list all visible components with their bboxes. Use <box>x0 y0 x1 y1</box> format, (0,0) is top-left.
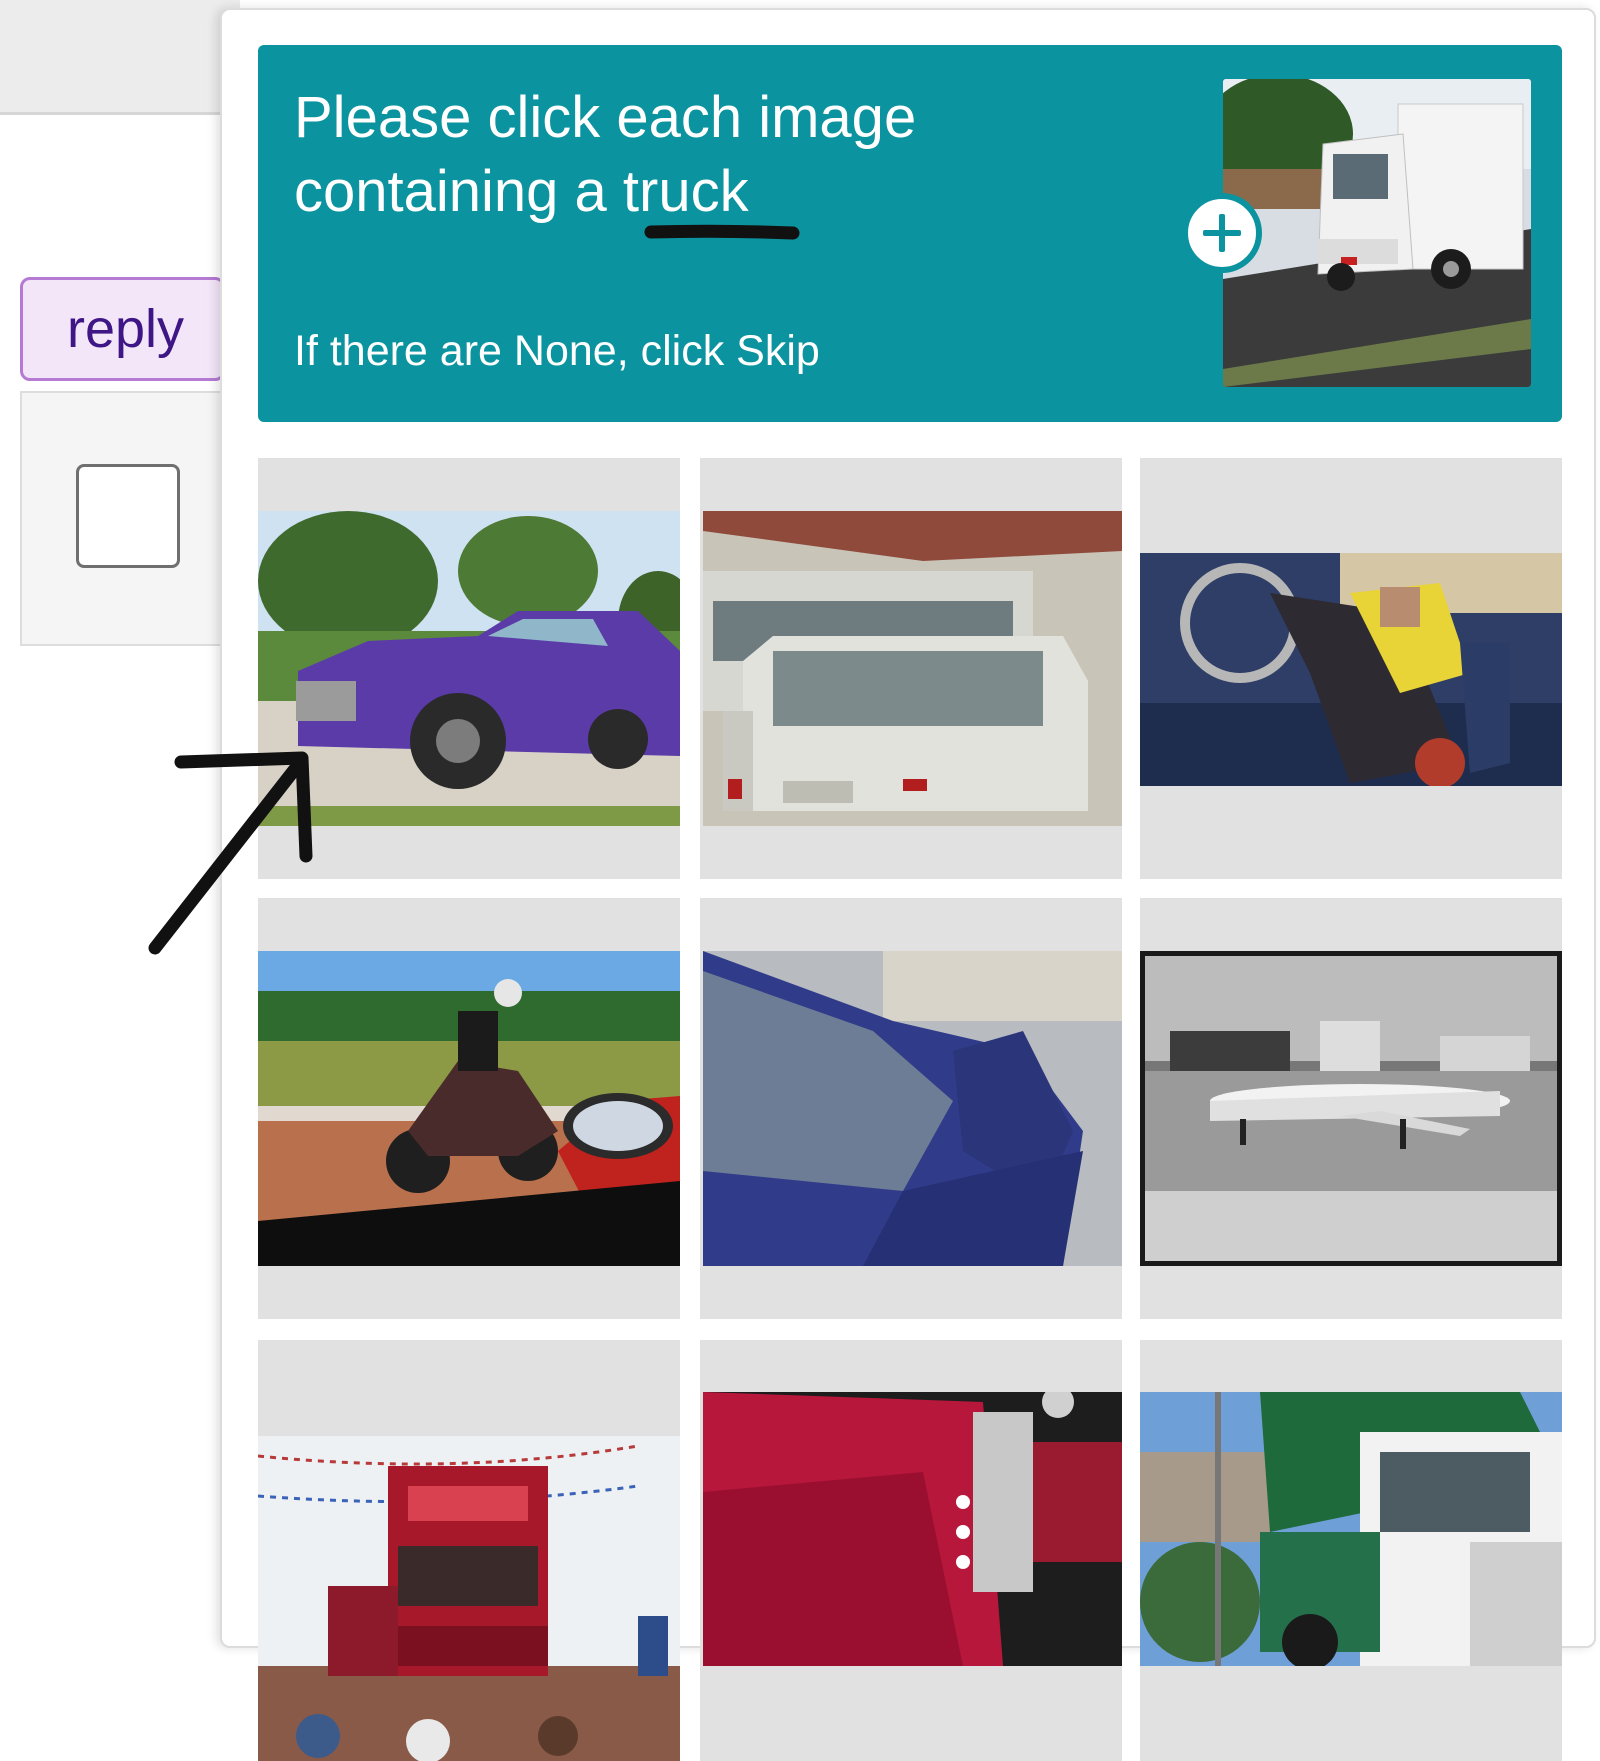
challenge-tile-5[interactable] <box>700 898 1122 1319</box>
challenge-tile-7[interactable] <box>258 1340 680 1761</box>
challenge-tile-2[interactable] <box>700 458 1122 879</box>
challenge-tile-4[interactable] <box>258 898 680 1319</box>
tile-4-image <box>258 951 680 1266</box>
captcha-dialog: Please click each image containing a tru… <box>220 8 1596 1761</box>
example-truck-image <box>1223 79 1531 387</box>
plus-icon <box>1203 214 1241 252</box>
tile-9-image <box>1140 1392 1562 1666</box>
tile-7-image <box>258 1436 680 1761</box>
captcha-checkbox[interactable] <box>76 464 180 568</box>
challenge-tile-3[interactable] <box>1140 458 1562 879</box>
tile-1-image <box>258 511 680 826</box>
background-header-bar <box>0 0 240 115</box>
captcha-checkbox-panel <box>20 391 225 646</box>
target-word: truck <box>622 159 749 224</box>
tile-6-image <box>1140 951 1562 1266</box>
challenge-tile-8[interactable] <box>700 1340 1122 1761</box>
prompt-line-2: containing a truck <box>294 155 1154 229</box>
challenge-tile-6[interactable] <box>1140 898 1562 1319</box>
tile-2-image <box>703 511 1122 826</box>
challenge-tile-9[interactable] <box>1140 1340 1562 1761</box>
prompt-banner: Please click each image containing a tru… <box>258 45 1562 422</box>
prompt-prefix: containing a <box>294 159 623 224</box>
tile-5-image <box>703 951 1122 1266</box>
zoom-example-button[interactable] <box>1182 193 1262 273</box>
challenge-tile-1[interactable] <box>258 458 680 879</box>
tile-3-image <box>1140 553 1562 786</box>
skip-hint: If there are None, click Skip <box>294 327 820 375</box>
prompt-line-1: Please click each image <box>294 85 917 150</box>
reply-button[interactable]: reply <box>20 277 225 381</box>
prompt-text: Please click each image containing a tru… <box>294 81 1154 229</box>
tile-8-image <box>703 1392 1122 1666</box>
